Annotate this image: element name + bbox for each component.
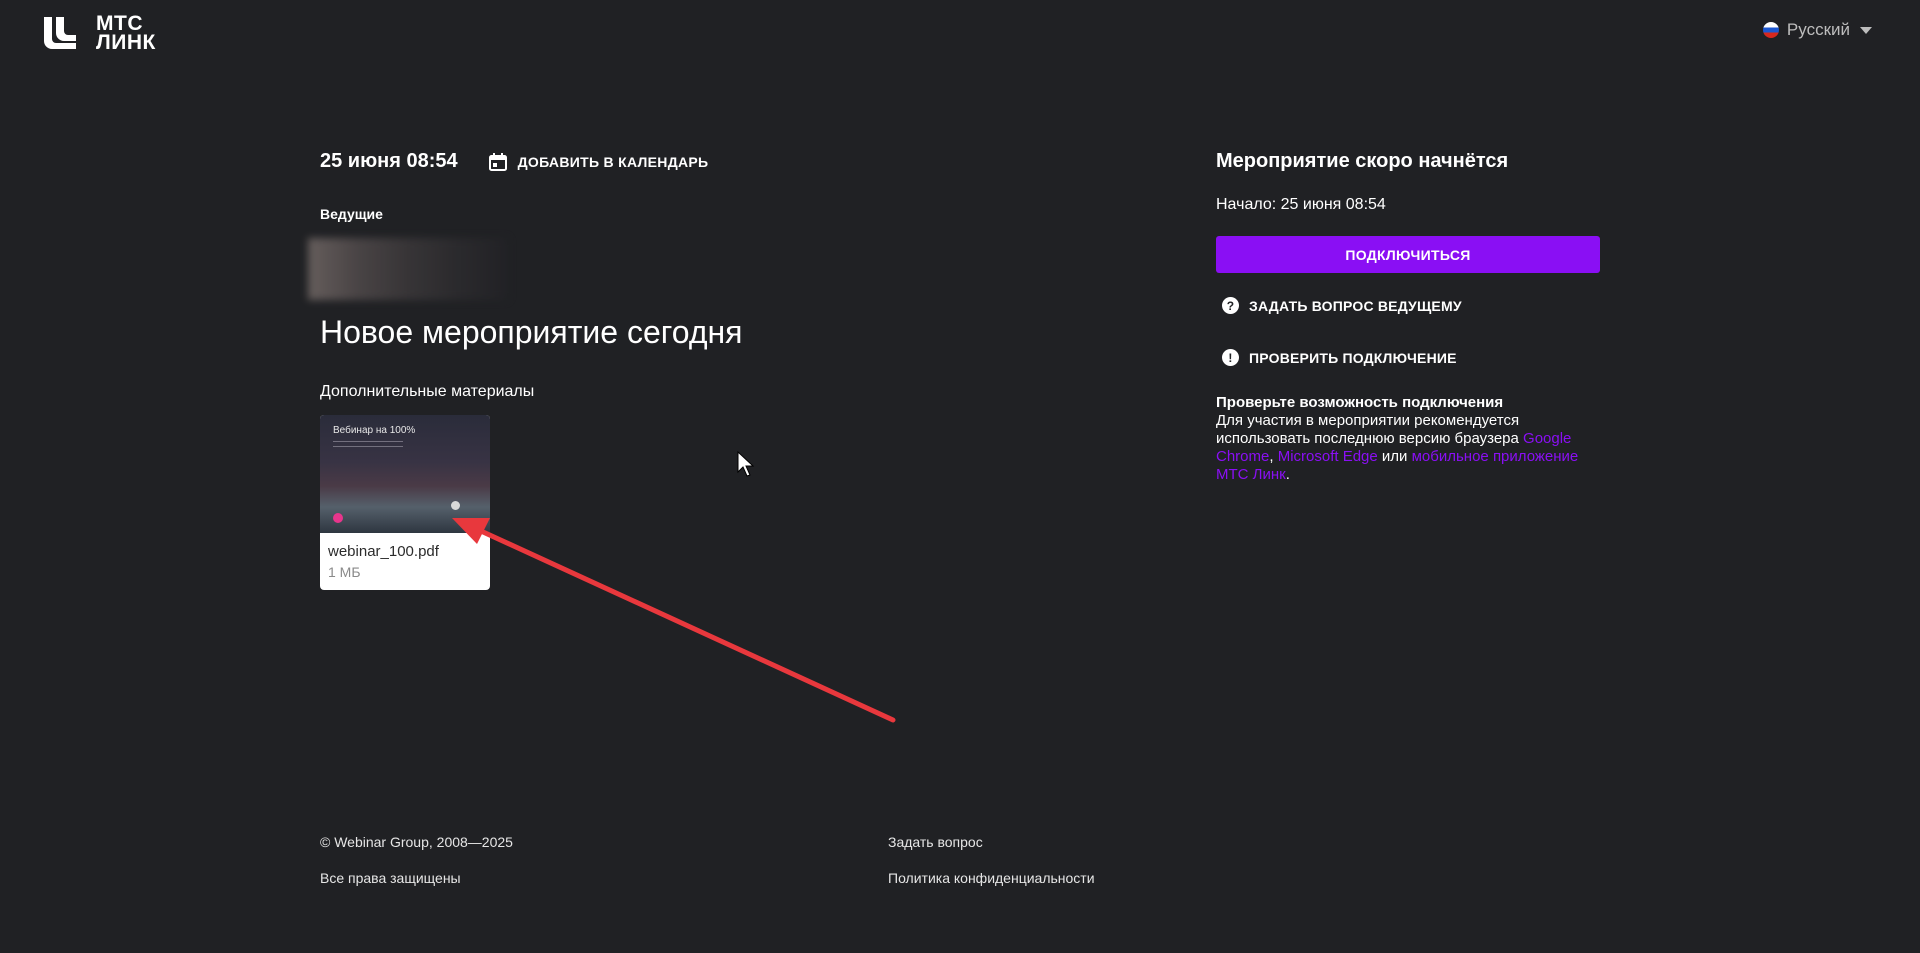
- file-thumbnail-logo-icon: [333, 513, 343, 523]
- exclamation-icon: !: [1222, 349, 1239, 366]
- file-thumbnail-title: Вебинар на 100%: [333, 425, 416, 436]
- connection-tip-text: Для участия в мероприятии рекомендуется …: [1216, 412, 1524, 447]
- event-title: Новое мероприятие сегодня: [320, 314, 743, 350]
- event-status-title: Мероприятие скоро начнётся: [1216, 150, 1509, 172]
- event-start-time: Начало: 25 июня 08:54: [1216, 196, 1386, 213]
- connection-tip-heading: Проверьте возможность подключения: [1216, 394, 1504, 411]
- event-date: 25 июня 08:54: [320, 150, 458, 172]
- add-to-calendar-label: ДОБАВИТЬ В КАЛЕНДАРЬ: [517, 153, 709, 170]
- materials-label: Дополнительные материалы: [320, 383, 535, 400]
- check-connection-label: ПРОВЕРИТЬ ПОДКЛЮЧЕНИЕ: [1249, 349, 1457, 366]
- language-label: Русский: [1786, 20, 1850, 39]
- file-card[interactable]: Вебинар на 100% webinar_100.pdf 1 МБ: [320, 415, 490, 590]
- host-avatar-blurred: [308, 238, 508, 300]
- file-name: webinar_100.pdf: [328, 543, 439, 560]
- microsoft-edge-link[interactable]: Microsoft Edge: [1278, 448, 1378, 465]
- language-selector[interactable]: Русский: [1762, 20, 1872, 40]
- mts-link-logo-icon: [44, 17, 76, 49]
- logo[interactable]: МТС ЛИНК: [42, 13, 156, 54]
- connection-tip: Проверьте возможность подключения Для уч…: [1216, 394, 1606, 484]
- chevron-down-icon: [1860, 26, 1872, 34]
- calendar-icon: [488, 152, 507, 171]
- russian-flag-icon: [1762, 22, 1779, 38]
- hosts-label: Ведущие: [320, 206, 383, 222]
- event-date-row: 25 июня 08:54 ДОБАВИТЬ В КАЛЕНДАРЬ: [320, 150, 708, 173]
- footer-ask-question-link[interactable]: Задать вопрос: [888, 834, 983, 850]
- file-thumbnail-dot-icon: [451, 501, 460, 510]
- mouse-cursor-icon: [737, 450, 755, 477]
- logo-text: МТС ЛИНК: [96, 13, 156, 54]
- file-thumbnail: Вебинар на 100%: [320, 415, 490, 533]
- check-connection-button[interactable]: ! ПРОВЕРИТЬ ПОДКЛЮЧЕНИЕ: [1222, 349, 1457, 366]
- join-button[interactable]: ПОДКЛЮЧИТЬСЯ: [1216, 236, 1600, 273]
- connection-tip-sep2: или: [1377, 448, 1412, 465]
- connection-tip-end: .: [1285, 466, 1290, 483]
- file-size: 1 МБ: [328, 564, 361, 580]
- question-icon: ?: [1222, 297, 1239, 314]
- file-thumbnail-subtitle-lines: [333, 441, 403, 447]
- file-info: webinar_100.pdf 1 МБ: [320, 533, 490, 590]
- footer-copyright: © Webinar Group, 2008—2025: [320, 834, 513, 850]
- footer-privacy-link[interactable]: Политика конфиденциальности: [888, 870, 1095, 886]
- ask-host-label: ЗАДАТЬ ВОПРОС ВЕДУЩЕМУ: [1249, 297, 1462, 314]
- logo-text-line2: ЛИНК: [96, 31, 156, 54]
- annotation-overlay: [452, 450, 896, 723]
- annotation-arrow-icon: [452, 518, 896, 723]
- connection-tip-sep1: ,: [1269, 448, 1278, 465]
- ask-host-button[interactable]: ? ЗАДАТЬ ВОПРОС ВЕДУЩЕМУ: [1222, 297, 1462, 314]
- footer-rights: Все права защищены: [320, 870, 461, 886]
- add-to-calendar-button[interactable]: ДОБАВИТЬ В КАЛЕНДАРЬ: [488, 152, 709, 172]
